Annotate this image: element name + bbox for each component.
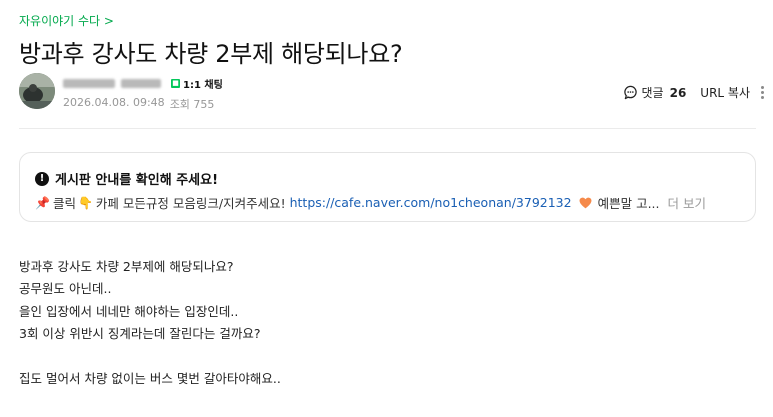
comment-count: 26 — [669, 85, 687, 100]
comment-icon — [623, 85, 637, 100]
notice-body: 📌 클릭 👇 카페 모든규정 모음링크/지켜주세요! https://cafe.… — [35, 193, 745, 212]
author-row: ■ 1:1 채팅 2026.04.08. 09:48 조회 755 댓글 26 … — [19, 72, 764, 112]
content-line: 방과후 강사도 차량 2부제에 해당되나요? — [19, 259, 234, 274]
post-meta: 2026.04.08. 09:48 조회 755 — [63, 96, 214, 112]
content-line: 3회 이상 위반시 징계라는데 잘린다는 걸까요? — [19, 326, 261, 342]
url-copy-button[interactable]: URL 복사 — [700, 84, 750, 101]
notice-text-1: 클릭 — [52, 196, 76, 211]
heart-icon — [579, 197, 592, 208]
info-icon: ! — [35, 171, 49, 186]
content-line-empty — [19, 346, 281, 368]
chat-icon: ■ — [171, 79, 180, 88]
notice-more-link[interactable]: 더 보기 — [668, 193, 706, 212]
comment-label: 댓글 — [641, 86, 664, 100]
notice-heading: ! 게시판 안내를 확인해 주세요! — [35, 169, 218, 188]
content-line: 을인 입장에서 네네만 해야하는 입장인데.. — [19, 303, 239, 319]
post-views: 조회 755 — [169, 98, 215, 111]
post-content: 방과후 강사도 차량 2부제에 해당되나요? 공무원도 아닌데.. 을인 입장에… — [19, 256, 281, 390]
post-actions: 댓글 26 URL 복사 — [623, 84, 765, 101]
chat-label: 1:1 채팅 — [183, 80, 223, 91]
blurred-level — [121, 79, 161, 88]
post-title: 방과후 강사도 차량 2부제 해당되나요? — [19, 40, 403, 68]
pin-icon: 📌 — [35, 195, 50, 210]
notice-box: ! 게시판 안내를 확인해 주세요! 📌 클릭 👇 카페 모든규정 모음링크/지… — [19, 152, 756, 222]
divider — [19, 128, 756, 129]
pointing-hand-icon: 👇 — [77, 195, 93, 210]
board-link[interactable]: 자유이야기 수다 > — [19, 12, 114, 29]
notice-link[interactable]: https://cafe.naver.com/no1cheonan/379213… — [290, 195, 572, 210]
notice-text-2: 카페 모든규정 모음링크/지켜주세요! — [95, 196, 286, 211]
post-date: 2026.04.08. 09:48 — [63, 96, 165, 109]
chat-button[interactable]: ■ 1:1 채팅 — [171, 76, 223, 91]
notice-heading-text: 게시판 안내를 확인해 주세요! — [55, 173, 219, 188]
author-name-blurred[interactable]: ■ 1:1 채팅 — [63, 76, 223, 91]
content-line: 공무원도 아닌데.. — [19, 281, 112, 297]
more-options-icon[interactable] — [760, 86, 764, 99]
comment-button[interactable]: 댓글 26 — [623, 84, 687, 101]
content-line: 집도 멀어서 차량 없이는 버스 몇번 갈아타야해요.. — [19, 370, 281, 386]
avatar[interactable] — [19, 73, 55, 109]
blurred-nickname — [63, 79, 115, 88]
notice-text-3: 예쁜말 고... — [597, 196, 660, 211]
